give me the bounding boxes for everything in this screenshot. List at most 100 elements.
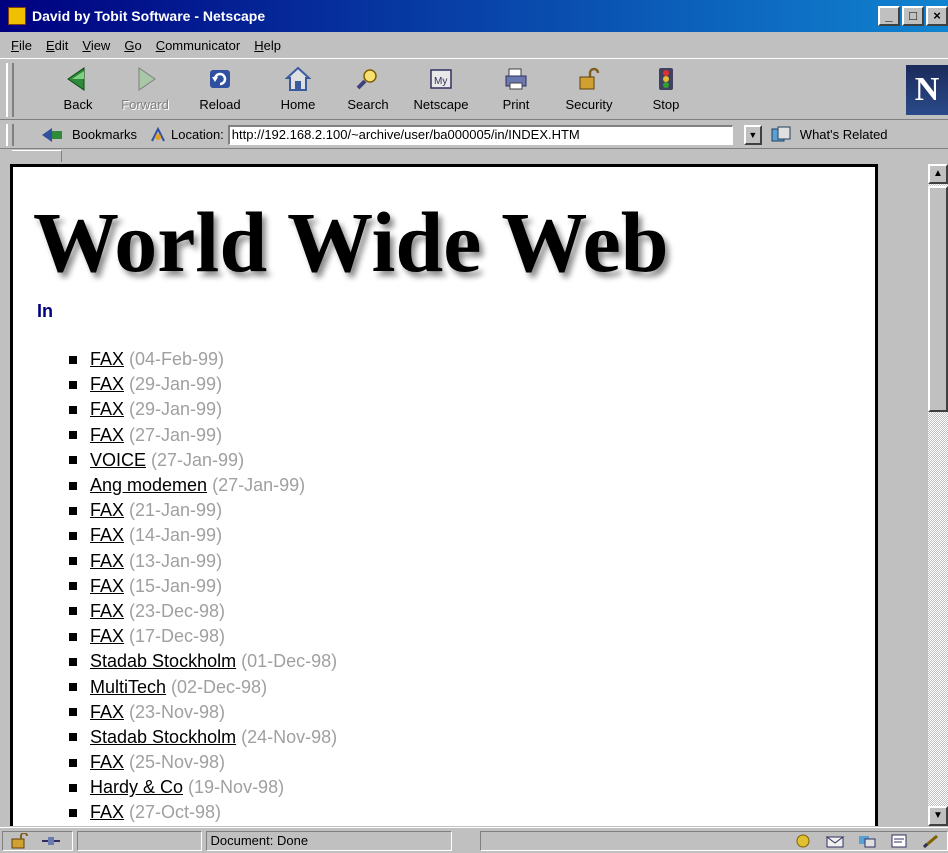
vertical-scrollbar[interactable]: ▲ ▼: [928, 164, 948, 826]
maximize-button[interactable]: □: [902, 6, 924, 26]
message-date: (21-Jan-99): [129, 500, 223, 521]
whats-related-icon[interactable]: [770, 126, 794, 144]
message-date: (23-Nov-98): [129, 701, 226, 722]
message-link[interactable]: FAX: [90, 752, 124, 773]
list-item: MultiTech (02-Dec-98): [69, 674, 337, 699]
square-bullet-icon: [69, 607, 77, 616]
mailbox-tray-icon[interactable]: [825, 833, 845, 849]
list-item: FAX (17-Dec-98): [69, 624, 337, 649]
page-heading: World Wide Web: [33, 194, 669, 290]
collapsed-toolbar-tab[interactable]: [12, 150, 62, 162]
square-bullet-icon: [69, 531, 77, 540]
message-link[interactable]: FAX: [90, 576, 124, 597]
security-status-cell[interactable]: [2, 830, 74, 851]
list-item: FAX (21-Jan-99): [69, 498, 337, 523]
list-item: FAX (15-Jan-99): [69, 574, 337, 599]
status-text-cell: Document: Done: [205, 830, 453, 851]
section-link-in[interactable]: In: [37, 301, 53, 322]
square-bullet-icon: [69, 557, 77, 566]
message-date: (29-Jan-99): [129, 374, 223, 395]
message-link[interactable]: FAX: [90, 551, 124, 572]
stop-button[interactable]: Stop: [634, 63, 698, 119]
url-input[interactable]: http://192.168.2.100/~archive/user/ba000…: [227, 124, 733, 145]
reload-button[interactable]: Reload: [188, 63, 252, 119]
list-item: FAX (27-Jan-99): [69, 423, 337, 448]
bookmarks-button[interactable]: Bookmarks: [72, 127, 137, 142]
whats-related-button[interactable]: What's Related: [800, 127, 888, 142]
location-label: Location:: [171, 127, 224, 142]
message-link[interactable]: FAX: [90, 500, 124, 521]
square-bullet-icon: [69, 431, 77, 440]
message-link[interactable]: FAX: [90, 349, 124, 370]
menu-go[interactable]: Go: [117, 38, 148, 53]
search-button[interactable]: Search: [336, 63, 400, 119]
back-button[interactable]: Back: [46, 63, 110, 119]
message-link[interactable]: FAX: [90, 525, 124, 546]
location-icon[interactable]: [149, 126, 167, 144]
message-link[interactable]: FAX: [90, 626, 124, 647]
scroll-up-button[interactable]: ▲: [928, 164, 948, 184]
message-date: (27-Jan-99): [212, 475, 306, 496]
status-spacer: [456, 831, 476, 851]
message-link[interactable]: FAX: [90, 702, 124, 723]
list-item: VOICE (27-Jan-99): [69, 448, 337, 473]
message-list: FAX (04-Feb-99) FAX (29-Jan-99) FAX (29-Jan-9…: [69, 347, 337, 826]
print-button[interactable]: Print: [484, 63, 548, 119]
window-title: David by Tobit Software - Netscape: [32, 8, 266, 24]
component-bar: [480, 830, 948, 851]
message-link[interactable]: FAX: [90, 601, 124, 622]
message-link[interactable]: Ang modemen: [90, 475, 207, 496]
netscape-button[interactable]: My Netscape: [409, 63, 473, 119]
list-item: FAX (23-Nov-98): [69, 700, 337, 725]
navigator-tray-icon[interactable]: [793, 833, 813, 849]
edit-pencil-tray-icon[interactable]: [921, 833, 941, 849]
search-icon: [354, 65, 382, 93]
security-button[interactable]: Security: [557, 63, 621, 119]
location-toolbar: Bookmarks Location: http://192.168.2.100…: [0, 121, 948, 149]
list-item: Stadab Stockholm (24-Nov-98): [69, 725, 337, 750]
reload-icon: [206, 65, 234, 93]
bookmarks-icon[interactable]: [40, 126, 66, 144]
home-button[interactable]: Home: [266, 63, 330, 119]
title-bar[interactable]: David by Tobit Software - Netscape _ □ ×: [0, 0, 948, 32]
composer-tray-icon[interactable]: [889, 833, 909, 849]
list-item: FAX (23-Dec-98): [69, 599, 337, 624]
square-bullet-icon: [69, 582, 77, 591]
square-bullet-icon: [69, 808, 77, 817]
minimize-button[interactable]: _: [878, 6, 900, 26]
list-item: FAX (27-Oct-98): [69, 800, 337, 825]
list-item: FAX (04-Feb-99): [69, 347, 337, 372]
menu-bar: File Edit View Go Communicator Help: [0, 34, 948, 56]
message-date: (27-Oct-98): [129, 802, 222, 823]
menu-file[interactable]: File: [4, 38, 39, 53]
url-dropdown-button[interactable]: ▼: [743, 124, 762, 145]
message-link[interactable]: Stadab Stockholm: [90, 651, 236, 672]
message-link[interactable]: Hardy & Co: [90, 777, 183, 798]
message-date: (13-Jan-99): [129, 550, 223, 571]
message-link[interactable]: MultiTech: [90, 677, 166, 698]
netscape-logo[interactable]: N: [906, 65, 948, 115]
discussion-groups-tray-icon[interactable]: [857, 833, 877, 849]
toolbar-grip[interactable]: [6, 63, 14, 117]
forward-button[interactable]: Forward: [113, 63, 177, 119]
message-link[interactable]: FAX: [90, 374, 124, 395]
message-date: (27-Jan-99): [151, 449, 245, 470]
message-link[interactable]: FAX: [90, 802, 124, 823]
message-date: (15-Jan-99): [129, 575, 223, 596]
message-link[interactable]: FAX: [90, 425, 124, 446]
square-bullet-icon: [69, 405, 77, 414]
window-controls: _ □ ×: [878, 6, 948, 26]
message-link[interactable]: FAX: [90, 399, 124, 420]
location-toolbar-grip[interactable]: [6, 123, 14, 146]
menu-help[interactable]: Help: [247, 38, 288, 53]
menu-communicator[interactable]: Communicator: [149, 38, 248, 53]
menu-edit[interactable]: Edit: [39, 38, 75, 53]
message-link[interactable]: VOICE: [90, 450, 146, 471]
menu-view[interactable]: View: [75, 38, 117, 53]
message-link[interactable]: Stadab Stockholm: [90, 727, 236, 748]
security-status-icon: [11, 832, 28, 848]
scroll-thumb[interactable]: [928, 186, 948, 412]
scroll-down-button[interactable]: ▼: [928, 806, 948, 826]
close-button[interactable]: ×: [926, 6, 948, 26]
navigation-toolbar: Back Forward Reload Home Search My Netsc…: [0, 58, 948, 120]
